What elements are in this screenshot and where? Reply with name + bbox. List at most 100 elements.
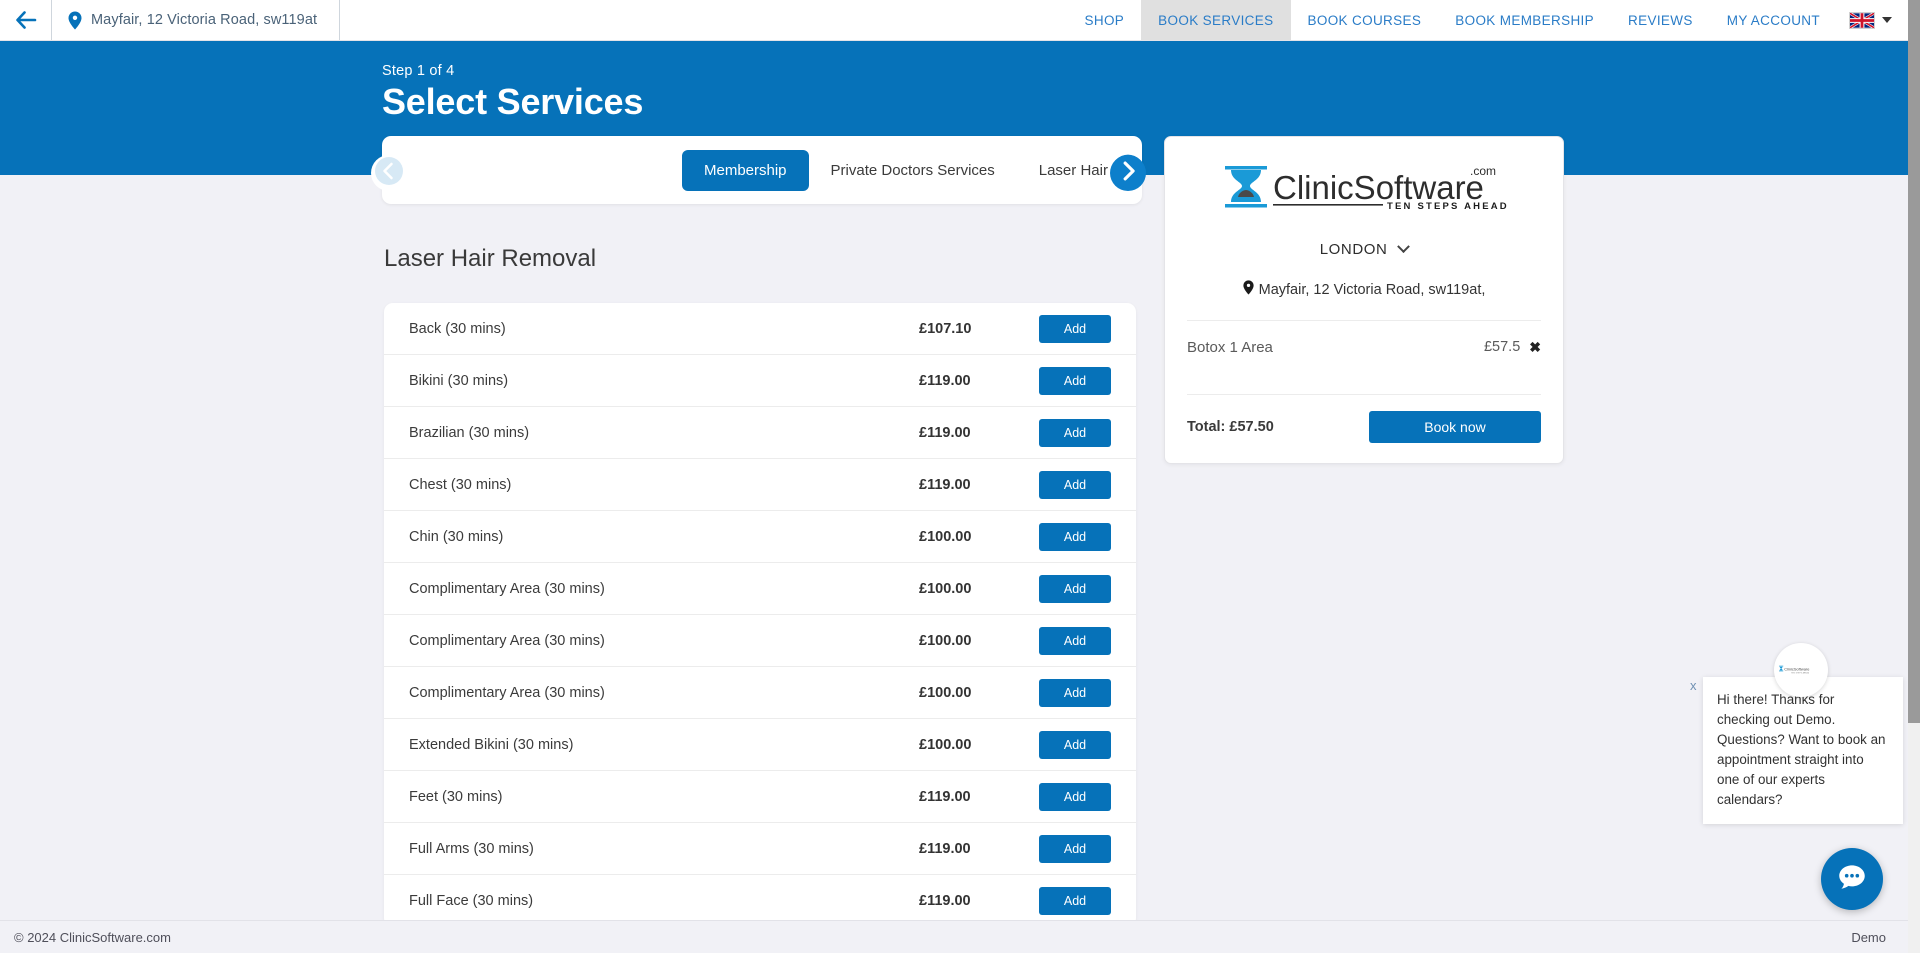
service-price: £119.00 (919, 424, 971, 441)
nav-item-shop[interactable]: SHOP (1067, 0, 1141, 40)
add-service-button[interactable]: Add (1039, 782, 1111, 811)
table-row: Full Arms (30 mins) £119.00 Add (384, 823, 1136, 875)
category-carousel: Membership Private Doctors Services Lase… (382, 136, 1142, 204)
add-service-button[interactable]: Add (1039, 470, 1111, 499)
services-section-title: Laser Hair Removal (384, 245, 597, 272)
back-button[interactable] (0, 0, 52, 40)
clinic-address: Mayfair, 12 Victoria Road, sw119at, (1187, 280, 1541, 299)
list-item: Botox 1 Area £57.5 ✖ (1187, 321, 1541, 373)
chevron-down-icon (1397, 240, 1411, 254)
service-name: Chin (30 mins) (409, 528, 504, 545)
service-name: Brazilian (30 mins) (409, 424, 530, 441)
map-pin-icon (1243, 280, 1254, 299)
top-navigation-bar: Mayfair, 12 Victoria Road, sw119at SHOP … (0, 0, 1908, 41)
add-service-button[interactable]: Add (1039, 678, 1111, 707)
book-now-button[interactable]: Book now (1369, 411, 1541, 443)
service-name: Chest (30 mins) (409, 476, 512, 493)
service-price: £119.00 (919, 840, 971, 857)
booking-summary-panel: ClinicSoftware .com TEN STEPS AHEAD LOND… (1164, 136, 1564, 464)
close-x-icon[interactable]: ✖ (1529, 339, 1541, 356)
location-selector[interactable]: Mayfair, 12 Victoria Road, sw119at (52, 0, 341, 40)
nav-item-my-account[interactable]: MY ACCOUNT (1710, 0, 1837, 40)
service-price: £100.00 (919, 528, 972, 545)
language-selector[interactable] (1837, 0, 1908, 40)
cart-item-price: £57.5 (1483, 339, 1521, 355)
category-tabstrip: Membership Private Doctors Services Lase… (682, 149, 1142, 191)
clinicsoftware-logo: ClinicSoftware .com TEN STEPS AHEAD (1187, 161, 1541, 217)
nav-item-book-membership[interactable]: BOOK MEMBERSHIP (1438, 0, 1611, 40)
add-service-button[interactable]: Add (1039, 887, 1111, 915)
add-service-button[interactable]: Add (1039, 574, 1111, 603)
service-price: £100.00 (919, 684, 972, 701)
service-name: Extended Bikini (30 mins) (409, 736, 574, 753)
table-row: Complimentary Area (30 mins) £100.00 Add (384, 667, 1136, 719)
chat-close-button[interactable]: x (1690, 678, 1697, 693)
table-row: Complimentary Area (30 mins) £100.00 Add (384, 563, 1136, 615)
service-name: Feet (30 mins) (409, 788, 503, 805)
divider (1187, 394, 1541, 395)
service-name: Back (30 mins) (409, 320, 506, 337)
service-price: £119.00 (919, 788, 971, 805)
caret-down-icon (1882, 17, 1892, 23)
service-price: £100.00 (919, 580, 972, 597)
service-name: Full Face (30 mins) (409, 893, 534, 909)
add-service-button[interactable]: Add (1039, 366, 1111, 395)
demo-label: Demo (1851, 929, 1886, 945)
uk-flag-icon (1849, 11, 1875, 29)
table-row: Back (30 mins) £107.10 Add (384, 303, 1136, 355)
add-service-button[interactable]: Add (1039, 626, 1111, 655)
service-name: Bikini (30 mins) (409, 372, 509, 389)
city-label: LONDON (1319, 241, 1388, 258)
location-label: Mayfair, 12 Victoria Road, sw119at (91, 12, 318, 28)
chat-launcher-button[interactable] (1821, 848, 1883, 910)
add-service-button[interactable]: Add (1039, 418, 1111, 447)
cart-total: Total: £57.50 (1187, 419, 1274, 435)
page-title: Select Services (382, 81, 644, 122)
chevron-left-circle-icon (374, 156, 404, 191)
tab-membership[interactable]: Membership (682, 149, 809, 191)
carousel-next-button[interactable] (1110, 154, 1146, 191)
service-name: Full Arms (30 mins) (409, 840, 534, 857)
svg-text:.com: .com (1470, 164, 1496, 178)
arrow-left-icon (15, 11, 37, 29)
city-selector[interactable]: LONDON (1187, 240, 1541, 258)
page-scrollbar-track[interactable] (1908, 0, 1920, 953)
svg-text:ClinicSoftware: ClinicSoftware (1784, 666, 1810, 671)
nav-item-book-courses[interactable]: BOOK COURSES (1291, 0, 1439, 40)
copyright-label: © 2024 ClinicSoftware.com (14, 929, 171, 945)
add-service-button[interactable]: Add (1039, 314, 1111, 343)
cart-footer: Total: £57.50 Book now (1187, 411, 1541, 443)
table-row: Brazilian (30 mins) £119.00 Add (384, 407, 1136, 459)
tab-private-doctors-services[interactable]: Private Doctors Services (809, 150, 1017, 191)
clinicsoftware-avatar-icon: ClinicSoftware TEN STEPS AHEAD (1774, 643, 1828, 697)
table-row: Chin (30 mins) £100.00 Add (384, 511, 1136, 563)
add-service-button[interactable]: Add (1039, 730, 1111, 759)
svg-text:TEN STEPS AHEAD: TEN STEPS AHEAD (1387, 201, 1509, 212)
services-list: Back (30 mins) £107.10 Add Bikini (30 mi… (384, 303, 1136, 927)
service-name: Complimentary Area (30 mins) (409, 684, 605, 701)
svg-text:TEN STEPS AHEAD: TEN STEPS AHEAD (1791, 671, 1809, 674)
nav-item-reviews[interactable]: REVIEWS (1611, 0, 1710, 40)
page-scrollbar-thumb[interactable] (1908, 0, 1920, 723)
page-footer: © 2024 ClinicSoftware.com Demo (0, 920, 1908, 953)
service-price: £100.00 (919, 632, 972, 649)
add-service-button[interactable]: Add (1039, 834, 1111, 863)
service-name: Complimentary Area (30 mins) (409, 580, 605, 597)
address-label: Mayfair, 12 Victoria Road, sw119at, (1258, 281, 1486, 298)
table-row: Feet (30 mins) £119.00 Add (384, 771, 1136, 823)
nav-item-book-services[interactable]: BOOK SERVICES (1141, 0, 1291, 40)
add-service-button[interactable]: Add (1039, 522, 1111, 551)
service-price: £119.00 (919, 893, 971, 909)
table-row: Chest (30 mins) £119.00 Add (384, 459, 1136, 511)
table-row: Bikini (30 mins) £119.00 Add (384, 355, 1136, 407)
service-price: £119.00 (919, 372, 971, 389)
table-row: Extended Bikini (30 mins) £100.00 Add (384, 719, 1136, 771)
chat-greeting-message: Hi there! Thanks for checking out Demo. … (1703, 677, 1903, 824)
service-price: £107.10 (919, 320, 972, 337)
main-menu: SHOP BOOK SERVICES BOOK COURSES BOOK MEM… (1067, 0, 1908, 40)
cart-item-name: Botox 1 Area (1187, 338, 1273, 356)
map-pin-icon (68, 11, 82, 30)
service-price: £100.00 (919, 736, 972, 753)
carousel-prev-button[interactable] (371, 155, 407, 191)
